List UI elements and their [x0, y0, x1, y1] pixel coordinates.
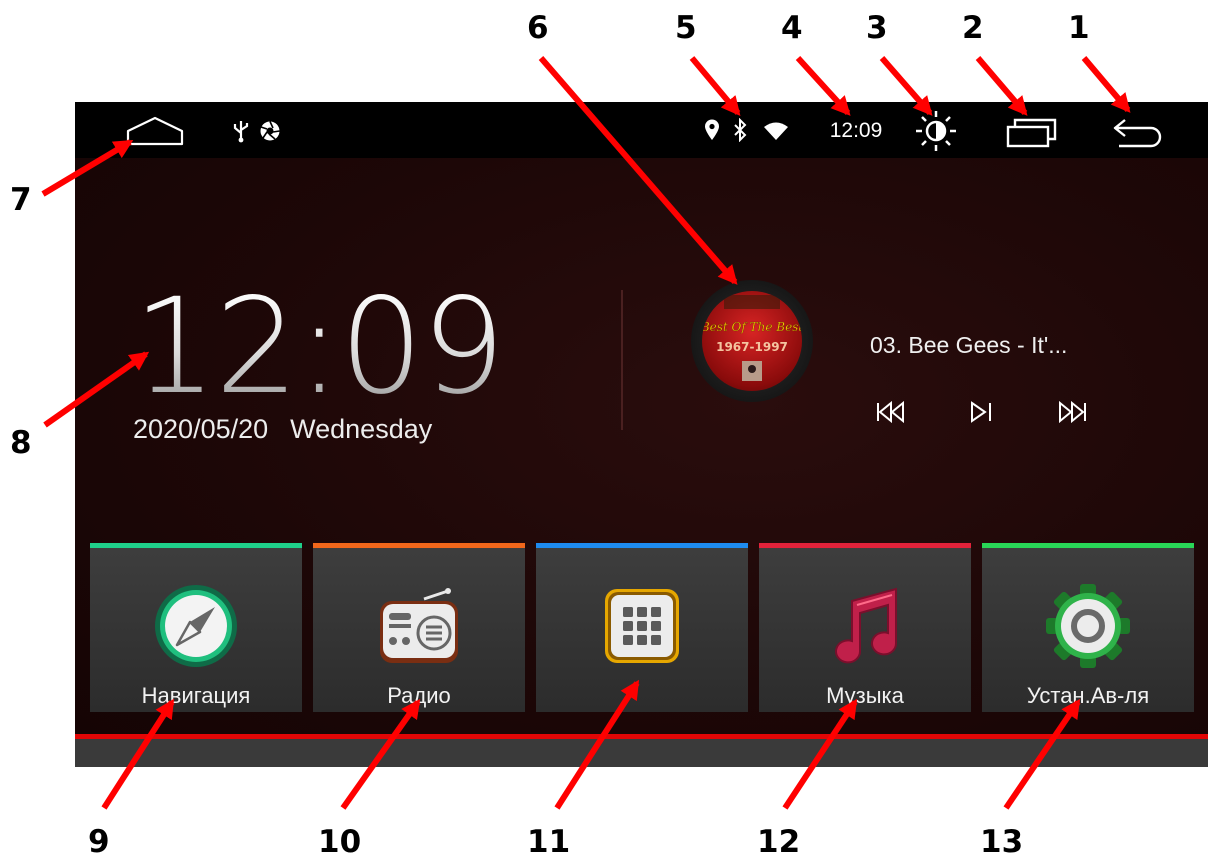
callout-arrow-10 [340, 698, 421, 810]
callout-arrow-3 [879, 56, 933, 116]
callout-number-11: 11 [527, 824, 571, 860]
callout-arrow-5 [689, 56, 741, 116]
callout-arrow-7 [41, 139, 134, 197]
callout-number-7: 7 [10, 182, 32, 218]
callout-arrow-11 [554, 679, 640, 810]
callout-number-4: 4 [781, 10, 803, 46]
callout-number-10: 10 [318, 824, 362, 860]
callout-number-3: 3 [866, 10, 888, 46]
callout-arrows [41, 55, 1131, 810]
callout-number-9: 9 [88, 824, 110, 860]
callout-arrow-12 [782, 698, 858, 810]
callout-arrow-1 [1081, 56, 1131, 113]
callout-number-1: 1 [1068, 10, 1090, 46]
callout-number-12: 12 [757, 824, 801, 860]
callout-arrow-6 [538, 56, 738, 285]
callout-arrow-13 [1003, 698, 1081, 810]
callout-arrow-2 [975, 56, 1028, 116]
callout-number-8: 8 [10, 425, 32, 461]
callout-number-2: 2 [962, 10, 984, 46]
callout-number-6: 6 [527, 10, 549, 46]
callout-arrow-9 [101, 698, 175, 810]
callout-arrow-8 [43, 351, 150, 428]
callout-number-13: 13 [980, 824, 1024, 860]
callout-arrow-4 [795, 55, 851, 116]
callout-number-5: 5 [675, 10, 697, 46]
